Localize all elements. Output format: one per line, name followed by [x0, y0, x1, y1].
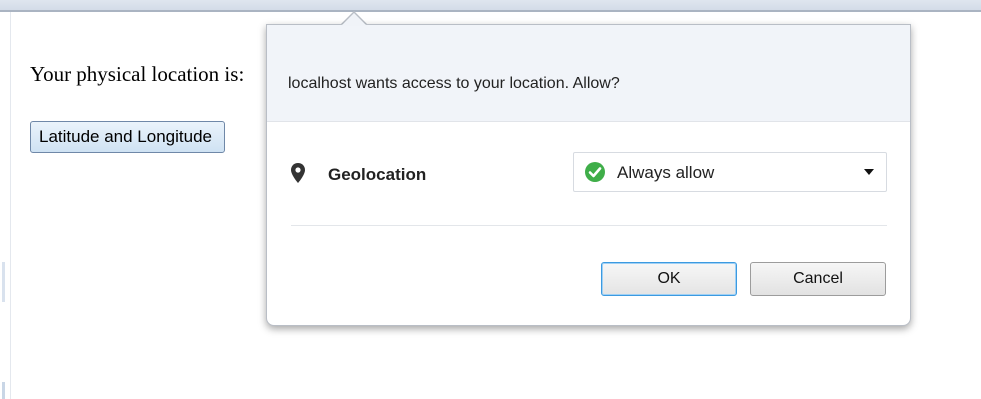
- scroll-accent-bottom: [2, 382, 5, 399]
- lat-long-button[interactable]: Latitude and Longitude: [30, 121, 225, 153]
- window-left-edge: [0, 12, 11, 399]
- ok-button[interactable]: OK: [601, 262, 737, 296]
- divider: [291, 225, 887, 226]
- dropdown-selected-value: Always allow: [617, 163, 715, 182]
- chevron-down-icon: [864, 169, 874, 175]
- scroll-accent: [2, 262, 5, 302]
- popup-header: localhost wants access to your location.…: [267, 25, 910, 122]
- location-prompt-text: Your physical location is:: [30, 62, 245, 86]
- popup-title: localhost wants access to your location.…: [288, 75, 620, 92]
- permission-popup: localhost wants access to your location.…: [266, 24, 911, 326]
- browser-toolbar-edge: [0, 0, 981, 12]
- green-check-icon: [585, 162, 605, 182]
- permission-label: Geolocation: [328, 165, 427, 184]
- permission-dropdown[interactable]: Always allow: [573, 152, 887, 192]
- location-pin-icon: [291, 163, 305, 183]
- popup-pointer-fill: [341, 13, 367, 26]
- browser-viewport: Your physical location is: Latitude and …: [0, 0, 981, 399]
- cancel-button[interactable]: Cancel: [750, 262, 886, 296]
